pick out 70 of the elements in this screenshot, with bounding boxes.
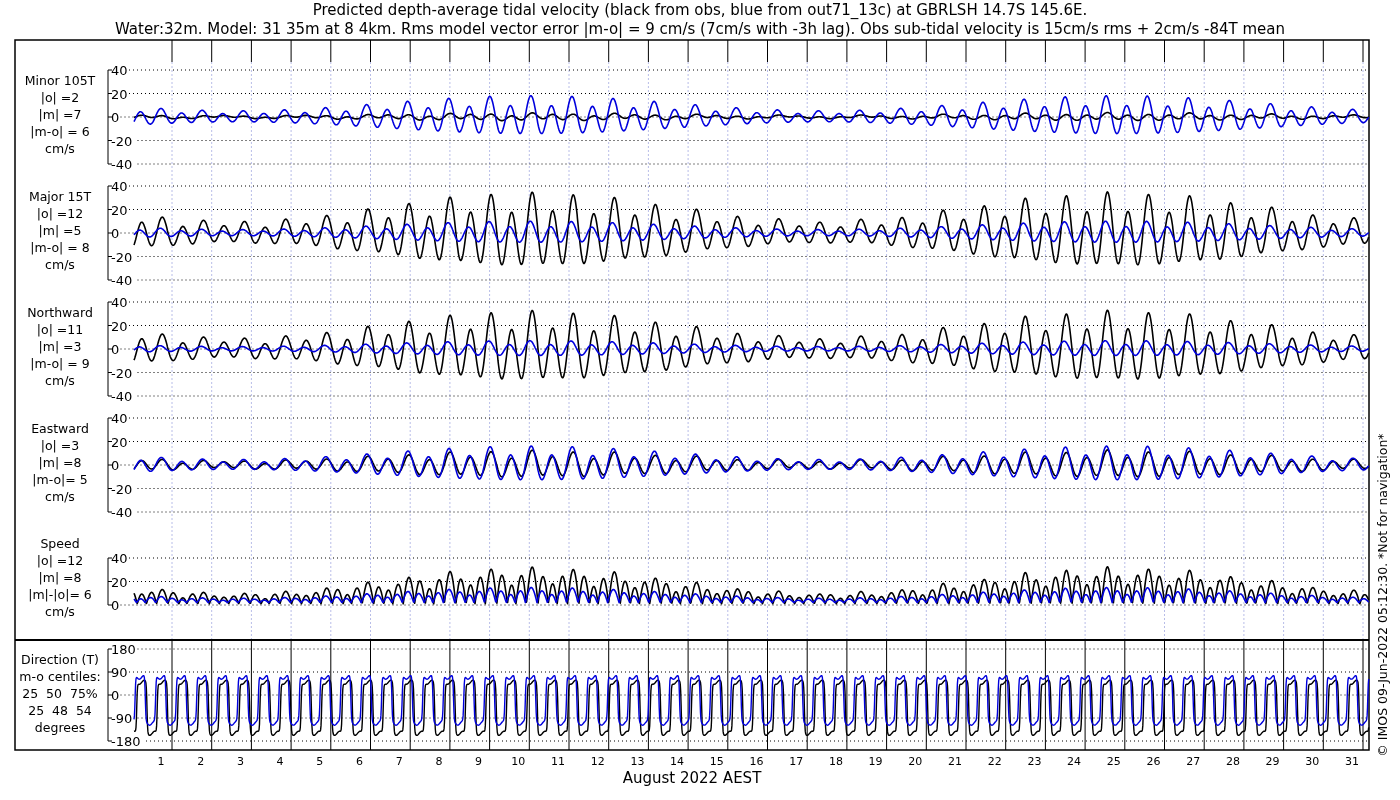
- y-tick-label: -40: [111, 389, 133, 404]
- y-tick-label: -40: [111, 273, 133, 288]
- y-tick-label: 40: [111, 411, 128, 426]
- y-tick-label: -20: [111, 133, 133, 149]
- x-tick-label: 9: [475, 755, 483, 768]
- x-tick-label: 17: [789, 755, 804, 768]
- y-tick-label: 40: [111, 551, 128, 566]
- y-tick-label: 180: [111, 642, 136, 657]
- x-tick-label: 3: [236, 755, 244, 768]
- x-tick-label: 14: [670, 755, 685, 768]
- x-axis-label: August 2022 AEST: [622, 769, 762, 787]
- x-tick-label: 11: [551, 755, 565, 768]
- y-tick-label: 20: [111, 574, 128, 590]
- y-tick-label: 20: [111, 434, 128, 450]
- panel-label: Minor 105T |o| =2 |m| =7 |m-o| = 6 cm/s: [24, 73, 96, 156]
- x-tick-label: 20: [908, 755, 923, 768]
- y-tick-label: 0: [111, 342, 120, 357]
- y-tick-label: 0: [111, 226, 120, 241]
- y-tick-label: -180: [111, 734, 141, 749]
- panel-label: Northward |o| =11 |m| =3 |m-o| = 9 cm/s: [27, 305, 93, 388]
- panel-label: Speed |o| =12 |m| =8 |m|-|o|= 6 cm/s: [28, 536, 92, 619]
- y-tick-label: 20: [111, 202, 128, 218]
- y-tick-label: -20: [111, 481, 133, 497]
- y-tick-label: 0: [111, 688, 120, 703]
- x-tick-label: 4: [276, 755, 284, 768]
- y-tick-label: 20: [111, 86, 128, 102]
- x-tick-label: 27: [1186, 755, 1201, 768]
- x-tick-label: 24: [1067, 755, 1082, 768]
- panel-label: Eastward |o| =3 |m| =8 |m-o|= 5 cm/s: [31, 421, 89, 504]
- y-tick-label: 90: [111, 665, 128, 680]
- x-tick-label: 29: [1265, 755, 1280, 768]
- y-tick-label: 0: [111, 598, 120, 613]
- x-tick-label: 1: [157, 755, 165, 768]
- x-tick-label: 2: [197, 755, 205, 768]
- chart-title: Predicted depth-average tidal velocity (black from obs, blue from out71_13c) at GBRLSH 14.7S 145.6E.: [312, 1, 1088, 19]
- y-tick-label: -40: [111, 505, 133, 520]
- x-tick-label: 26: [1146, 755, 1161, 768]
- x-tick-label: 5: [316, 755, 324, 768]
- x-tick-label: 31: [1345, 755, 1359, 768]
- y-tick-label: -20: [111, 365, 133, 381]
- x-tick-label: 10: [511, 755, 526, 768]
- y-tick-label: 40: [111, 179, 128, 194]
- x-tick-label: 15: [709, 755, 724, 768]
- y-tick-label: 40: [111, 63, 128, 78]
- x-tick-label: 22: [987, 755, 1002, 768]
- x-tick-label: 13: [630, 755, 645, 768]
- x-tick-label: 18: [828, 755, 843, 768]
- y-tick-label: -40: [111, 157, 133, 172]
- x-tick-label: 21: [948, 755, 962, 768]
- y-tick-label: 20: [111, 318, 128, 334]
- y-tick-label: -20: [111, 249, 133, 265]
- y-axis: [107, 557, 113, 606]
- y-tick-label: 0: [111, 458, 120, 473]
- panel-label: Major 15T |o| =12 |m| =5 |m-o| = 8 cm/s: [28, 189, 92, 272]
- y-tick-label: 0: [111, 110, 120, 125]
- panel-label: Direction (T) m-o centiles: 25 50 75% 25 48 54 degrees: [19, 652, 101, 735]
- x-tick-label: 16: [749, 755, 764, 768]
- x-tick-label: 30: [1305, 755, 1320, 768]
- y-tick-label: 40: [111, 295, 128, 310]
- chart-title: Water:32m. Model: 31 35m at 8 4km. Rms model vector error |m-o| = 9 cm/s (7cm/s with -3h lag). Obs sub-tidal velocity is 15cm/s rms + 2cm/s -84T mean: [114, 20, 1286, 38]
- x-tick-label: 8: [435, 755, 443, 768]
- x-tick-label: 12: [590, 755, 605, 768]
- x-tick-label: 25: [1106, 755, 1121, 768]
- x-tick-label: 23: [1027, 755, 1042, 768]
- x-tick-label: 28: [1225, 755, 1240, 768]
- x-tick-label: 6: [356, 755, 363, 768]
- x-tick-label: 7: [395, 755, 403, 768]
- copyright-note: © IMOS 09-Jun-2022 05:12:30. *Not for navigation*: [1375, 433, 1390, 757]
- x-tick-label: 19: [868, 755, 883, 768]
- y-tick-label: -90: [111, 711, 133, 726]
